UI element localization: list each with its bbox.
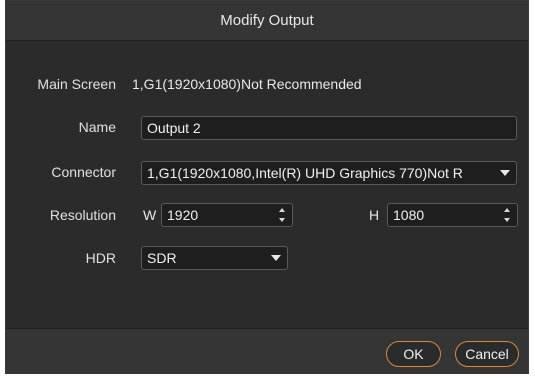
connector-label: Connector (51, 164, 116, 180)
caret-down-icon (271, 255, 281, 261)
height-label: H (369, 207, 380, 223)
cancel-button[interactable]: Cancel (455, 341, 519, 367)
spin-up-icon[interactable] (504, 208, 510, 212)
dialog-title-bar: Modify Output (6, 1, 528, 41)
spinner-arrows-icon[interactable] (278, 208, 286, 222)
connector-select[interactable]: 1,G1(1920x1080,Intel(R) UHD Graphics 770… (141, 161, 517, 185)
name-input[interactable] (147, 120, 516, 136)
width-spinbox[interactable] (161, 203, 293, 227)
height-input[interactable] (393, 207, 493, 223)
spin-down-icon[interactable] (504, 218, 510, 222)
height-spinbox[interactable] (387, 203, 518, 227)
width-input[interactable] (167, 207, 267, 223)
resolution-label: Resolution (49, 207, 116, 223)
spin-down-icon[interactable] (279, 218, 285, 222)
caret-down-icon (500, 170, 510, 176)
spin-up-icon[interactable] (279, 208, 285, 212)
width-label: W (143, 207, 157, 223)
main-screen-value: 1,G1(1920x1080)Not Recommended (132, 76, 362, 92)
hdr-select[interactable]: SDR (141, 246, 288, 270)
modify-output-dialog: Modify Output Main Screen 1,G1(1920x1080… (5, 0, 529, 374)
name-input-box[interactable] (141, 116, 517, 140)
hdr-label: HDR (85, 250, 116, 266)
main-screen-label: Main Screen (37, 76, 116, 92)
dialog-footer: OK Cancel (6, 328, 528, 374)
connector-selected-value: 1,G1(1920x1080,Intel(R) UHD Graphics 770… (147, 165, 463, 181)
dialog-title: Modify Output (220, 12, 314, 29)
hdr-selected-value: SDR (147, 250, 177, 266)
name-label: Name (78, 119, 116, 135)
spinner-arrows-icon[interactable] (503, 208, 511, 222)
ok-button[interactable]: OK (386, 341, 441, 367)
